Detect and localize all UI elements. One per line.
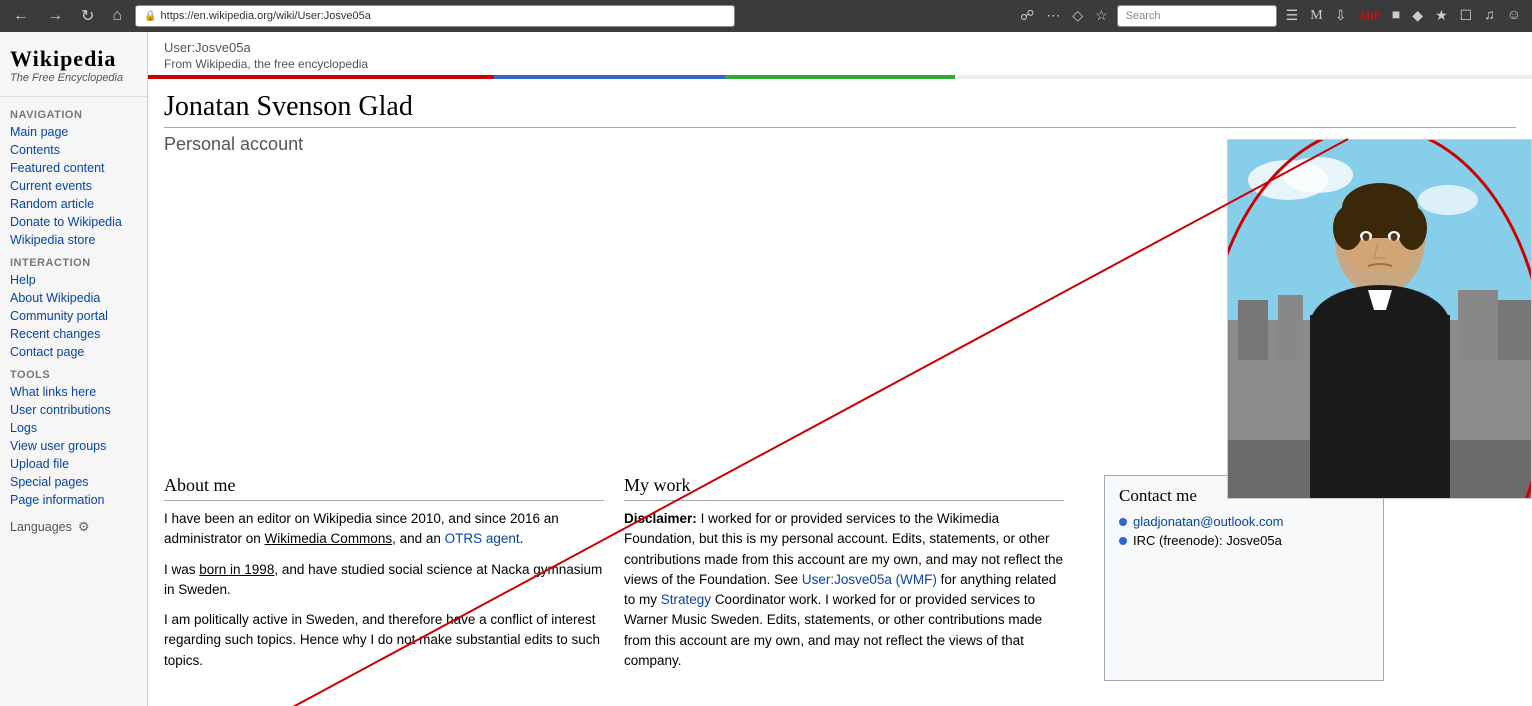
sidebar-item-donate[interactable]: Donate to Wikipedia — [0, 213, 147, 231]
work-heading: My work — [624, 475, 1064, 501]
browser-right-tools: ☍ ⋯ ◇ ☆ Search ☰ M ⇩ ABP ■ ◆ ★ ☐ ♫ ☺ — [1017, 5, 1524, 27]
extension-icon6[interactable]: ☺ — [1504, 6, 1524, 26]
sidebar-item-about[interactable]: About Wikipedia — [0, 289, 147, 307]
main-content: User:Josve05a From Wikipedia, the free e… — [148, 32, 1532, 706]
article-body: Jonatan Svenson Glad Personal account Ab… — [148, 79, 1532, 697]
sidebar-item-help[interactable]: Help — [0, 271, 147, 289]
address-bar[interactable]: 🔒 https://en.wikipedia.org/wiki/User:Jos… — [135, 5, 735, 27]
extension-icon5[interactable]: ♫ — [1481, 6, 1498, 26]
search-placeholder: Search — [1126, 10, 1161, 22]
reload-button[interactable]: ↻ — [76, 4, 99, 28]
sidebar-item-logs[interactable]: Logs — [0, 419, 147, 437]
tools-section: Tools What links here User contributions… — [0, 365, 147, 509]
sidebar-item-current-events[interactable]: Current events — [0, 177, 147, 195]
lock-icon: 🔒 — [144, 11, 156, 22]
profile-photo — [1228, 140, 1531, 498]
sidebar-item-contact[interactable]: Contact page — [0, 343, 147, 361]
about-paragraph-3: I am politically active in Sweden, and t… — [164, 610, 604, 671]
sidebar-item-store[interactable]: Wikipedia store — [0, 231, 147, 249]
sidebar-logo: Wikipedia The Free Encyclopedia — [0, 40, 147, 97]
languages-label: Languages — [10, 520, 72, 534]
download-icon[interactable]: ⇩ — [1332, 6, 1350, 27]
disclaimer-label: Disclaimer: — [624, 511, 697, 526]
page-title: User:Josve05a — [164, 40, 1516, 55]
forward-button[interactable]: → — [42, 5, 68, 27]
sidebar-item-user-contributions[interactable]: User contributions — [0, 401, 147, 419]
sidebar-item-contents[interactable]: Contents — [0, 141, 147, 159]
work-column: My work Disclaimer: I worked for or prov… — [624, 475, 1084, 681]
extension-icon4[interactable]: ☐ — [1457, 6, 1476, 27]
otrs-agent-link[interactable]: OTRS agent — [445, 531, 520, 546]
article-title: Jonatan Svenson Glad — [164, 91, 1516, 128]
about-heading: About me — [164, 475, 604, 501]
contact-email-item: gladjonatan@outlook.com — [1119, 514, 1369, 529]
navigation-section: Navigation Main page Contents Featured c… — [0, 105, 147, 249]
interaction-section-title: Interaction — [0, 253, 147, 271]
email-link[interactable]: gladjonatan@outlook.com — [1133, 514, 1284, 529]
profile-image-container — [1227, 139, 1532, 499]
navigation-section-title: Navigation — [0, 105, 147, 123]
sidebar-item-main-page[interactable]: Main page — [0, 123, 147, 141]
interaction-section: Interaction Help About Wikipedia Communi… — [0, 253, 147, 361]
wikipedia-logo-subtitle: The Free Encyclopedia — [10, 72, 137, 84]
extension-icon3[interactable]: ★ — [1432, 6, 1451, 27]
extension-icon2[interactable]: ◆ — [1409, 6, 1426, 27]
wikipedia-logo-title: Wikipedia — [10, 48, 137, 70]
sidebar-item-random[interactable]: Random article — [0, 195, 147, 213]
extension-icon1[interactable]: ■ — [1389, 6, 1403, 26]
tools-section-title: Tools — [0, 365, 147, 383]
back-button[interactable]: ← — [8, 5, 34, 27]
about-paragraph-1: I have been an editor on Wikipedia since… — [164, 509, 604, 550]
about-column: About me I have been an editor on Wikipe… — [164, 475, 624, 681]
sidebar-item-page-info[interactable]: Page information — [0, 491, 147, 509]
sidebar-item-view-groups[interactable]: View user groups — [0, 437, 147, 455]
wikimedia-commons-link[interactable]: Wikimedia Commons — [265, 531, 393, 546]
home-button[interactable]: ⌂ — [107, 5, 127, 27]
sidebar-item-recent-changes[interactable]: Recent changes — [0, 325, 147, 343]
irc-text: IRC (freenode): Josve05a — [1133, 533, 1282, 548]
sidebar-item-special[interactable]: Special pages — [0, 473, 147, 491]
wmf-user-link[interactable]: User:Josve05a (WMF) — [802, 572, 937, 587]
bookmark-icon[interactable]: ☆ — [1092, 6, 1111, 27]
more-tools-icon[interactable]: ⋯ — [1043, 6, 1063, 27]
pocket-save-icon[interactable]: M — [1307, 6, 1325, 26]
browser-search-bar[interactable]: Search — [1117, 5, 1277, 27]
browser-chrome: ← → ↻ ⌂ 🔒 https://en.wikipedia.org/wiki/… — [0, 0, 1532, 32]
work-paragraph: Disclaimer: I worked for or provided ser… — [624, 509, 1064, 671]
library-icon[interactable]: ☰ — [1283, 6, 1302, 27]
page-from-text: From Wikipedia, the free encyclopedia — [164, 57, 1516, 71]
page-wrapper: Wikipedia The Free Encyclopedia Navigati… — [0, 32, 1532, 706]
sidebar-item-upload[interactable]: Upload file — [0, 455, 147, 473]
pocket-icon[interactable]: ◇ — [1069, 6, 1086, 27]
page-header: User:Josve05a From Wikipedia, the free e… — [148, 32, 1532, 79]
contact-irc-item: IRC (freenode): Josve05a — [1119, 533, 1369, 548]
adblock-icon[interactable]: ABP — [1355, 8, 1382, 24]
sidebar-item-what-links[interactable]: What links here — [0, 383, 147, 401]
contact-box: Contact me gladjonatan@outlook.com IRC (… — [1104, 475, 1384, 681]
content-area: About me I have been an editor on Wikipe… — [164, 475, 1516, 681]
strategy-link[interactable]: Strategy — [661, 592, 711, 607]
sidebar-item-community[interactable]: Community portal — [0, 307, 147, 325]
languages-section: Languages ⚙ — [0, 513, 147, 541]
sidebar: Wikipedia The Free Encyclopedia Navigati… — [0, 32, 148, 706]
gear-icon[interactable]: ⚙ — [78, 519, 90, 535]
contact-bullet-email — [1119, 518, 1127, 526]
born-1998-text: born in 1998 — [199, 562, 274, 577]
sidebar-item-featured[interactable]: Featured content — [0, 159, 147, 177]
url-text: https://en.wikipedia.org/wiki/User:Josve… — [161, 10, 371, 22]
about-paragraph-2: I was born in 1998, and have studied soc… — [164, 560, 604, 601]
reader-view-icon[interactable]: ☍ — [1017, 6, 1037, 27]
contact-bullet-irc — [1119, 537, 1127, 545]
